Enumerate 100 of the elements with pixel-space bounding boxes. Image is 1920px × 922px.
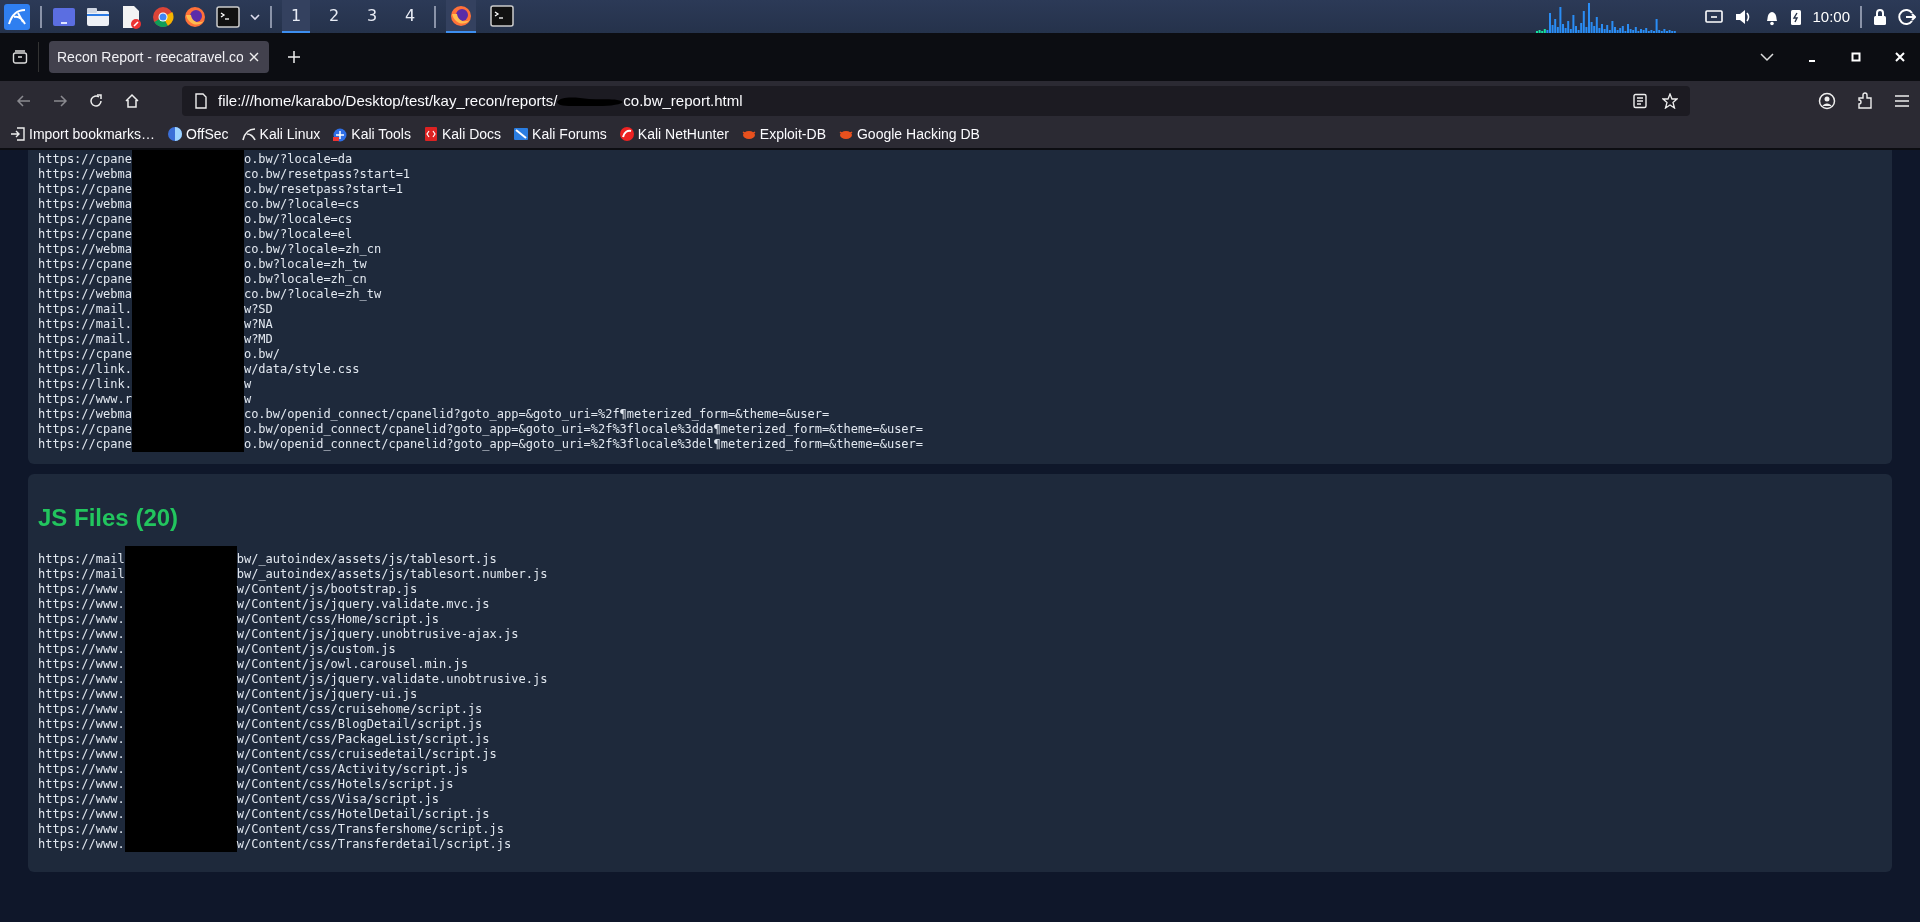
firefox-icon[interactable] [450, 4, 472, 27]
folder-icon[interactable] [86, 6, 110, 27]
reader-view-icon[interactable] [1632, 92, 1648, 109]
url-line-end: bw/_autoindex/assets/js/tablesort.number.js [236, 567, 548, 582]
url-line-end: w/Content/js/custom.js [236, 642, 397, 657]
url-line-start: https://www. [38, 837, 125, 852]
url-line-start: https://mail [38, 567, 125, 582]
url-line-start: https://mail. [38, 317, 132, 332]
url-line-end: o.bw/?locale=el [243, 227, 354, 242]
document-icon[interactable] [120, 4, 142, 29]
url-line-end: w/Content/css/Hotels/script.js [236, 777, 455, 792]
url-line-end: w/Content/css/Transferdetail/script.js [236, 837, 513, 852]
url-line-start: https://cpane [38, 257, 132, 272]
url-line-end: w?MD [243, 332, 274, 347]
url-line-start: https://cpane [38, 437, 132, 452]
url-line-end: w/Content/css/Visa/script.js [236, 792, 440, 807]
url-line-end: o.bw?locale=zh_tw [243, 257, 368, 272]
terminal-icon[interactable] [490, 4, 514, 27]
url-line-end: w/Content/css/HotelDetail/script.js [236, 807, 491, 822]
task-button[interactable] [446, 0, 476, 33]
url-line-start: https://www. [38, 582, 125, 597]
star-icon[interactable] [1662, 92, 1678, 109]
url-line-start: https://www. [38, 732, 125, 747]
bookmark-link[interactable]: Kali NetHunter [618, 126, 729, 142]
url-line-end: w/Content/js/jquery-ui.js [236, 687, 419, 702]
docs-icon [422, 126, 439, 142]
circle-logo-icon [167, 126, 184, 142]
bookmark-link[interactable]: Google Hacking DB [838, 126, 980, 142]
url-line-start: https://webma [38, 287, 132, 302]
url-line-end: o.bw/openid_connect/cpanelid?goto_app=&goto_uri=%2f%3flocale%3del¶meterized_form=&theme=&user= [243, 437, 924, 452]
battery-icon[interactable] [1790, 7, 1803, 26]
url-line-start: https://www. [38, 672, 125, 687]
url-line-end: bw/_autoindex/assets/js/tablesort.js [236, 552, 498, 567]
reload-icon[interactable] [88, 92, 104, 109]
url-line-start: https://www. [38, 747, 125, 762]
desktop-icon[interactable] [52, 6, 76, 27]
network-icon[interactable] [1704, 8, 1725, 25]
url-line-start: https://www. [38, 687, 125, 702]
bookmark-link[interactable]: Import bookmarks… [10, 126, 156, 142]
plus-icon[interactable] [287, 50, 301, 64]
url-line-start: https://webma [38, 242, 132, 257]
chrome-icon[interactable] [152, 5, 174, 28]
clock: 10:00 [1812, 8, 1850, 25]
account-icon[interactable] [1818, 91, 1836, 110]
firefox-icon[interactable] [184, 5, 206, 28]
back-icon[interactable] [16, 92, 32, 109]
chevron-icon[interactable] [1760, 52, 1774, 62]
url-line-start: https://link. [38, 362, 132, 377]
forward-icon[interactable] [52, 92, 68, 109]
menu-icon[interactable] [1894, 92, 1910, 109]
dragon-logo-icon[interactable] [4, 3, 30, 30]
address-bar[interactable]: file:///home/karabo/Desktop/test/kay_recon/reports/ co.bw_report.html [182, 85, 1690, 116]
url-line-end: w/Content/js/bootstrap.js [236, 582, 419, 597]
url-line-start: https://webma [38, 167, 132, 182]
bookmark-link[interactable]: OffSec [167, 126, 229, 142]
tools-icon [332, 126, 349, 142]
url-line-start: https://www. [38, 822, 125, 837]
logout-icon[interactable] [1898, 7, 1916, 26]
url-line-start: https://webma [38, 197, 132, 212]
workspace-button[interactable]: 4 [396, 0, 424, 33]
url-line-start: https://www. [38, 612, 125, 627]
tab-list-icon[interactable] [12, 49, 28, 65]
terminal-icon[interactable] [216, 5, 240, 28]
url-text: co.bw_report.html [623, 92, 743, 109]
lock-icon[interactable] [1872, 7, 1888, 26]
url-line-end: w/Content/js/jquery.unobtrusive-ajax.js [236, 627, 520, 642]
url-line-end: w/Content/css/PackageList/script.js [236, 732, 491, 747]
bookmark-link[interactable]: Kali Tools [332, 126, 411, 142]
url-line-start: https://www. [38, 717, 125, 732]
url-line-end: co.bw/resetpass?start=1 [243, 167, 412, 182]
workspace-button[interactable]: 2 [320, 0, 348, 33]
url-line-end: o.bw/?locale=da [243, 152, 354, 167]
workspace-button[interactable]: 1 [282, 0, 310, 33]
maximize-icon[interactable] [1850, 51, 1862, 63]
url-line-start: https://mail. [38, 302, 132, 317]
url-line-end: w/Content/js/owl.carousel.min.js [236, 657, 469, 672]
browser-tab[interactable]: Recon Report - reecatravel.co [49, 41, 269, 73]
close-icon[interactable] [249, 52, 259, 62]
url-line-start: https://webma [38, 407, 132, 422]
url-line-end: w/Content/js/jquery.validate.mvc.js [236, 597, 491, 612]
extensions-icon[interactable] [1856, 91, 1874, 110]
bookmark-link[interactable]: Kali Docs [422, 126, 502, 142]
url-line-end: w/Content/css/cruisehome/script.js [236, 702, 484, 717]
url-line-end: o.bw/?locale=cs [243, 212, 354, 227]
bookmark-link[interactable]: Kali Forums [513, 126, 607, 142]
bookmark-link[interactable]: Exploit-DB [740, 126, 826, 142]
home-icon[interactable] [124, 92, 140, 109]
dragon-icon [240, 126, 257, 142]
caret-icon[interactable] [250, 12, 260, 21]
url-line-start: https://www. [38, 627, 125, 642]
url-line-end: w/Content/css/Home/script.js [236, 612, 440, 627]
url-line-end: o.bw/ [243, 347, 282, 362]
url-line-start: https://cpane [38, 152, 132, 167]
url-line-start: https://www. [38, 792, 125, 807]
url-line-start: https://www. [38, 762, 125, 777]
workspace-button[interactable]: 3 [358, 0, 386, 33]
url-line-end: co.bw/?locale=cs [243, 197, 361, 212]
url-line-end: w/Content/css/Transfershome/script.js [236, 822, 505, 837]
bookmark-link[interactable]: Kali Linux [240, 126, 321, 142]
forums-icon [513, 126, 530, 142]
